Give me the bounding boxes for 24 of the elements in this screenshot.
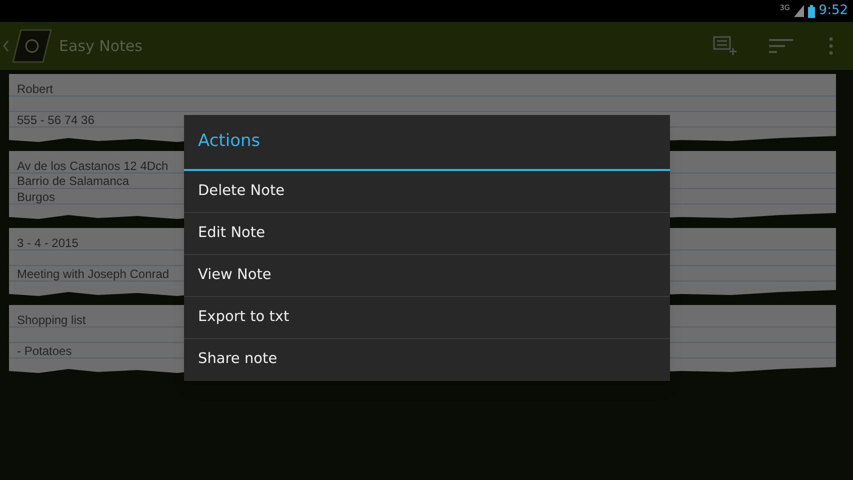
battery-icon [808, 4, 815, 18]
note-text: Burgos [17, 190, 56, 204]
menu-item[interactable]: Edit Note [184, 213, 670, 255]
app-title: Easy Notes [59, 36, 142, 57]
menu-item[interactable]: View Note [184, 255, 670, 297]
up-button[interactable] [3, 28, 53, 64]
more-icon [829, 37, 833, 55]
note-text: 555 - 56 74 36 [17, 112, 94, 128]
notebook-icon [11, 28, 53, 64]
clock: 9:52 [818, 2, 848, 20]
menu-item[interactable]: Delete Note [184, 171, 670, 213]
new-note-icon [713, 36, 737, 56]
note-text: Shopping list [17, 312, 86, 328]
back-caret-icon [3, 40, 9, 52]
note-text: 3 - 4 - 2015 [17, 236, 78, 250]
menu-item[interactable]: Export to txt [184, 297, 670, 339]
note-text: Barrio de Salamanca [17, 174, 130, 189]
note-text: Meeting with Joseph Conrad [17, 266, 170, 282]
note-text: Robert [17, 82, 54, 96]
note-text: - Potatoes [17, 344, 72, 358]
note-text: Av de los Castanos 12 4Dch [17, 158, 168, 174]
signal-icon [794, 5, 804, 17]
menu-item[interactable]: Share note [184, 339, 670, 381]
sort-icon [769, 38, 793, 54]
